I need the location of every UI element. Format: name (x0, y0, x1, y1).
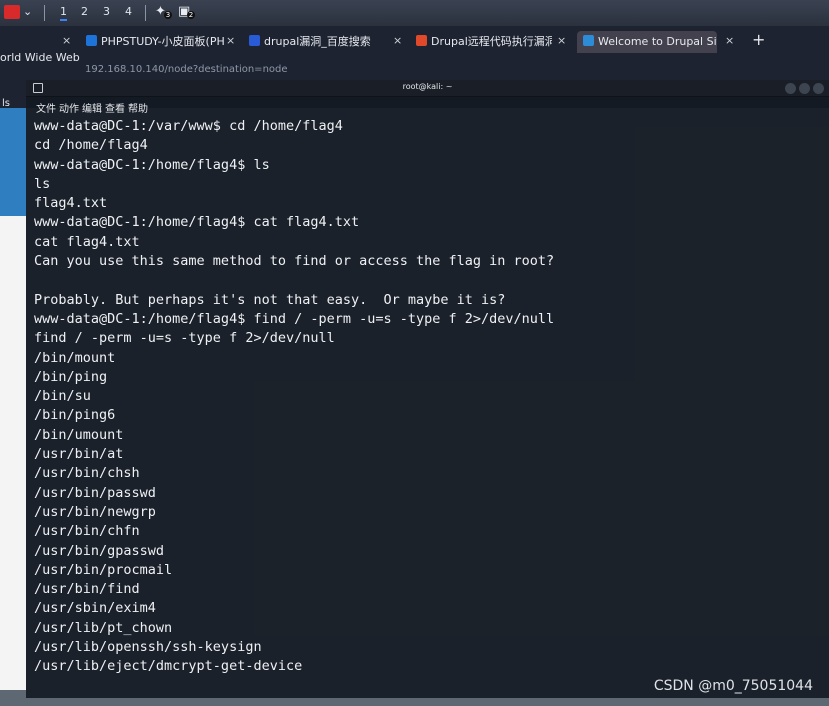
menu-file[interactable]: 文件 (36, 100, 56, 115)
close-icon[interactable]: × (62, 34, 71, 47)
terminal-line: www-data@DC-1:/home/flag4$ ls (34, 156, 270, 173)
tab-phpstudy[interactable]: PHPSTUDY-小皮面板(PHI (86, 33, 224, 55)
terminal-line: /usr/bin/passwd (34, 484, 156, 501)
maximize-button[interactable] (799, 83, 810, 94)
menu-action[interactable]: 动作 (59, 100, 79, 115)
terminal-line: flag4.txt (34, 195, 108, 212)
terminal-line: Can you use this same method to find or … (34, 253, 555, 270)
tab-label: drupal漏洞_百度搜索 (264, 35, 371, 48)
badge-count: 2 (187, 11, 195, 19)
terminal-output[interactable]: www-data@DC-1:/var/www$ cd /home/flag4 cd… (34, 117, 824, 677)
terminal-line: cat flag4.txt (34, 233, 140, 250)
new-tab-button[interactable]: + (752, 30, 765, 49)
close-icon[interactable]: × (557, 34, 566, 47)
window-title: orld Wide Web (0, 51, 80, 64)
terminal-title: root@kali: ~ (402, 82, 453, 91)
workspace-3[interactable]: 3 (103, 5, 110, 18)
watermark: CSDN @m0_75051044 (653, 678, 813, 694)
terminal-line: /bin/mount (34, 349, 116, 366)
menu-edit[interactable]: 编辑 (82, 100, 102, 115)
menu-view[interactable]: 查看 (105, 100, 125, 115)
terminal-line: /bin/umount (34, 426, 124, 443)
terminal-line: /usr/lib/openssh/ssh-keysign (34, 639, 262, 656)
terminal-line: /usr/lib/pt_chown (34, 619, 173, 636)
terminal-line: /usr/bin/at (34, 446, 124, 463)
menu-help[interactable]: 帮助 (128, 100, 148, 115)
tab-label: Drupal远程代码执行漏洞 (431, 35, 552, 48)
terminal-line: /bin/ping (34, 368, 108, 385)
terminal-line: /bin/su (34, 388, 91, 405)
terminal-line: /usr/bin/gpasswd (34, 542, 165, 559)
tab-baidu-search[interactable]: drupal漏洞_百度搜索 (249, 33, 389, 55)
url-bar[interactable]: 192.168.10.140/node?destination=node (85, 64, 288, 75)
tab-favicon-icon (249, 35, 260, 46)
terminal-line: /usr/bin/procmail (34, 561, 173, 578)
close-icon[interactable]: × (725, 34, 734, 47)
workspace-1[interactable]: 1 (60, 5, 67, 21)
drupal-header (0, 108, 26, 216)
tab-favicon-icon (86, 35, 97, 46)
terminal-line: /usr/lib/eject/dmcrypt-get-device (34, 658, 303, 675)
workspace-4[interactable]: 4 (125, 5, 132, 18)
top-panel: ⌄ 1 2 3 4 ✦ 3 ▣ 2 (0, 0, 829, 26)
terminal-line: www-data@DC-1:/home/flag4$ find / -perm … (34, 310, 555, 327)
badge-count: 3 (164, 11, 172, 19)
terminal-line: Probably. But perhaps it's not that easy… (34, 291, 506, 308)
terminal-line: /usr/sbin/exim4 (34, 600, 156, 617)
close-icon[interactable]: × (226, 34, 235, 47)
terminal-line: www-data@DC-1:/home/flag4$ cat flag4.txt (34, 214, 360, 231)
close-icon[interactable]: × (393, 34, 402, 47)
tab-label: Welcome to Drupal Site | (598, 35, 717, 48)
terminal-titlebar[interactable]: root@kali: ~ (26, 80, 829, 97)
terminal-line: /usr/bin/chsh (34, 465, 140, 482)
terminal-menubar: 文件 动作 编辑 查看 帮助 (26, 98, 829, 116)
kali-menu-icon[interactable] (4, 5, 20, 19)
terminal-line: /usr/bin/newgrp (34, 503, 156, 520)
drupal-content (0, 216, 26, 690)
terminal-line: ls (34, 175, 51, 192)
tab-drupal-rce[interactable]: Drupal远程代码执行漏洞 (416, 33, 552, 55)
tab-favicon-icon (416, 35, 427, 46)
tab-welcome-drupal[interactable]: Welcome to Drupal Site | (577, 31, 717, 53)
workspace-2[interactable]: 2 (81, 5, 88, 18)
terminal-line: www-data@DC-1:/var/www$ cd /home/flag4 (34, 118, 343, 134)
terminal-line: find / -perm -u=s -type f 2>/dev/null (34, 330, 335, 347)
close-button[interactable] (813, 83, 824, 94)
terminal-window[interactable]: root@kali: ~ 文件 动作 编辑 查看 帮助 www-data@DC-… (26, 80, 829, 698)
minimize-button[interactable] (785, 83, 796, 94)
terminal-line: /bin/ping6 (34, 407, 116, 424)
terminal-line: /usr/bin/find (34, 581, 140, 598)
chevron-down-icon[interactable]: ⌄ (23, 5, 32, 18)
sidebar-label: ls (2, 98, 10, 109)
tab-label: PHPSTUDY-小皮面板(PHI (101, 35, 224, 48)
panel-divider (44, 5, 45, 21)
panel-divider (145, 5, 146, 21)
tab-favicon-icon (583, 35, 594, 46)
terminal-line: cd /home/flag4 (34, 137, 148, 154)
terminal-line: /usr/bin/chfn (34, 523, 140, 540)
